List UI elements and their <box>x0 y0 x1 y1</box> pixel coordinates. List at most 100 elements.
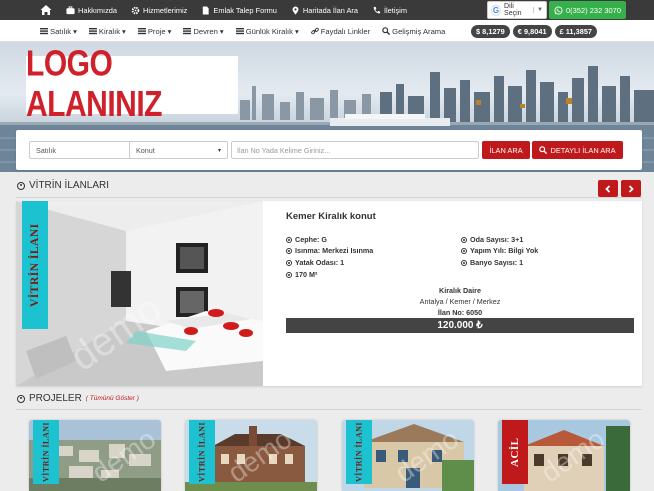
search-button-label: İLAN ARA <box>489 145 523 155</box>
interior-photo <box>16 201 263 386</box>
listing-type-select[interactable]: Satılık ▾ <box>29 141 140 159</box>
listing-title[interactable]: Kemer Kiralık konut <box>286 211 376 222</box>
project-ribbon: ACİL <box>502 420 528 484</box>
caret-down-icon: ▾ <box>294 26 299 36</box>
attr-text: Yatak Odası: 1 <box>295 258 345 267</box>
circle-dot-icon <box>461 259 467 266</box>
nav-kiralik[interactable]: Kiralık ▾ <box>88 26 126 36</box>
attr-oda-sayisi: Oda Sayısı: 3+1 <box>461 235 523 244</box>
nav-label: Günlük Kiralık <box>245 26 293 36</box>
main-nav: Satılık ▾ Kiralık ▾ Proje ▾ Devren ▾ Günlük … <box>0 20 654 42</box>
nav-satilik[interactable]: Satılık ▾ <box>40 27 77 36</box>
top-nav-label: Hakkımızda <box>78 5 118 15</box>
attr-text: Banyo Sayısı: 1 <box>470 258 524 267</box>
rate-gbp: £ 11,3857 <box>554 25 598 38</box>
circle-dot-icon <box>286 247 292 254</box>
attr-text: Cephe: G <box>295 235 327 244</box>
logo-text: LOGO ALANINIZ <box>26 44 162 125</box>
whatsapp-icon <box>554 5 563 15</box>
list-icon <box>137 28 146 35</box>
search-icon <box>382 27 391 35</box>
project-card[interactable]: VİTRİN İLANI demo <box>185 420 317 491</box>
top-nav-hizmetlerimiz[interactable]: Hizmetlerimiz <box>131 6 187 15</box>
document-icon <box>203 5 210 15</box>
search-button[interactable]: İLAN ARA <box>482 141 530 159</box>
language-selector[interactable]: G Dili Seçin ▼ <box>487 1 547 19</box>
list-icon <box>40 28 48 35</box>
attr-cephe: Cephe: G <box>286 235 327 244</box>
detailed-search-label: DETAYLI İLAN ARA <box>550 145 616 155</box>
nav-proje[interactable]: Proje ▾ <box>137 26 171 36</box>
currency-rates: $ 8,1279 € 9,8041 £ 11,3857 <box>471 25 598 38</box>
whatsapp-phone-button[interactable]: 0(352) 232 3070 <box>549 1 626 19</box>
phone-number: 0(352) 232 3070 <box>565 5 622 15</box>
phone-icon <box>373 6 381 13</box>
nav-label: Gelişmiş Arama <box>392 26 446 36</box>
top-nav-label: Emlak Talep Formu <box>213 5 277 15</box>
carousel-prev-button[interactable] <box>598 180 618 197</box>
chevron-left-icon <box>605 184 611 193</box>
search-bar: Satılık ▾ Konut ▾ İlan No Yada Kelime Gi… <box>16 130 642 170</box>
nav-gunluk-kiralik[interactable]: Günlük Kiralık ▾ <box>235 26 299 36</box>
listing-location: Antalya / Kemer / Merkez <box>419 297 501 306</box>
circle-dot-icon <box>286 271 292 278</box>
keyword-input[interactable]: İlan No Yada Kelime Giriniz... <box>231 141 479 159</box>
nav-faydali-linkler[interactable]: Faydalı Linkler <box>310 26 371 36</box>
attr-text: 170 M² <box>295 270 318 279</box>
nav-label: Proje <box>147 26 166 36</box>
featured-listing-photo[interactable]: VİTRİN İLANI demo <box>16 201 263 386</box>
attr-text: Yapım Yılı: Bilgi Yok <box>470 246 539 255</box>
projeler-heading-text: PROJELER <box>29 393 82 404</box>
site-logo[interactable]: LOGO ALANINIZ <box>26 44 238 125</box>
divider <box>16 409 642 410</box>
nav-gelismis-arama[interactable]: Gelişmiş Arama <box>382 27 445 36</box>
category-select[interactable]: Konut ▾ <box>129 141 228 159</box>
briefcase-icon <box>66 5 75 14</box>
nav-label: Satılık <box>50 26 72 36</box>
projeler-heading: PROJELER ( Tümünü Göster ) <box>17 393 139 404</box>
home-icon[interactable] <box>40 4 52 16</box>
chevron-down-icon: ▾ <box>217 147 221 154</box>
ribbon-text: VİTRİN İLANI <box>197 422 207 483</box>
chevron-down-icon: ▼ <box>533 7 543 13</box>
show-all-link[interactable]: ( Tümünü Göster ) <box>86 395 139 402</box>
detailed-search-button[interactable]: DETAYLI İLAN ARA <box>532 141 623 159</box>
circle-dot-icon <box>461 236 467 243</box>
listing-price: 120.000 ₺ <box>286 318 634 333</box>
vitrin-heading: VİTRİN İLANLARI <box>17 180 109 191</box>
top-nav-emlak-talep[interactable]: Emlak Talep Formu <box>201 6 277 15</box>
attr-isinma: Isınma: Merkezi Isınma <box>286 246 373 255</box>
project-card[interactable]: VİTRİN İLANI demo <box>29 420 161 491</box>
top-nav-haritada[interactable]: Haritada İlan Ara <box>291 6 358 15</box>
project-card[interactable]: ACİL demo <box>498 420 630 491</box>
listing-type-value: Satılık <box>36 145 56 155</box>
caret-down-icon: ▾ <box>122 26 126 36</box>
google-icon: G <box>491 4 502 16</box>
project-card[interactable]: VİTRİN İLANI demo <box>342 420 474 491</box>
listing-number: İlan No: 6050 <box>437 308 483 317</box>
ribbon-text: VİTRİN İLANI <box>41 422 51 483</box>
circle-dot-icon <box>286 236 292 243</box>
search-icon <box>539 146 548 154</box>
project-ribbon: VİTRİN İLANI <box>189 420 215 484</box>
attr-banyo: Banyo Sayısı: 1 <box>461 258 523 267</box>
rate-usd: $ 8,1279 <box>471 25 510 38</box>
map-marker-icon <box>292 5 299 15</box>
top-nav-label: Haritada İlan Ara <box>302 5 358 15</box>
top-nav: Hakkımızda Hizmetlerimiz Emlak Talep For… <box>66 0 407 20</box>
nav-label: Faydalı Linkler <box>320 26 371 36</box>
language-label: Dili Seçin <box>504 3 522 17</box>
top-nav-iletisim[interactable]: İletişim <box>372 6 407 15</box>
circle-dot-icon <box>286 259 292 266</box>
top-nav-hakkimizda[interactable]: Hakkımızda <box>66 6 117 15</box>
ribbon-text: VİTRİN İLANI <box>29 223 41 307</box>
attr-area: 170 M² <box>286 270 317 279</box>
circle-dot-icon <box>17 394 25 403</box>
ribbon-text: ACİL <box>509 437 521 467</box>
carousel-next-button[interactable] <box>621 180 641 197</box>
chevron-right-icon <box>628 184 634 193</box>
project-ribbon: VİTRİN İLANI <box>346 420 372 484</box>
top-nav-label: Hizmetlerimiz <box>143 5 188 15</box>
caret-down-icon: ▾ <box>73 26 77 36</box>
nav-devren[interactable]: Devren ▾ <box>183 27 224 36</box>
